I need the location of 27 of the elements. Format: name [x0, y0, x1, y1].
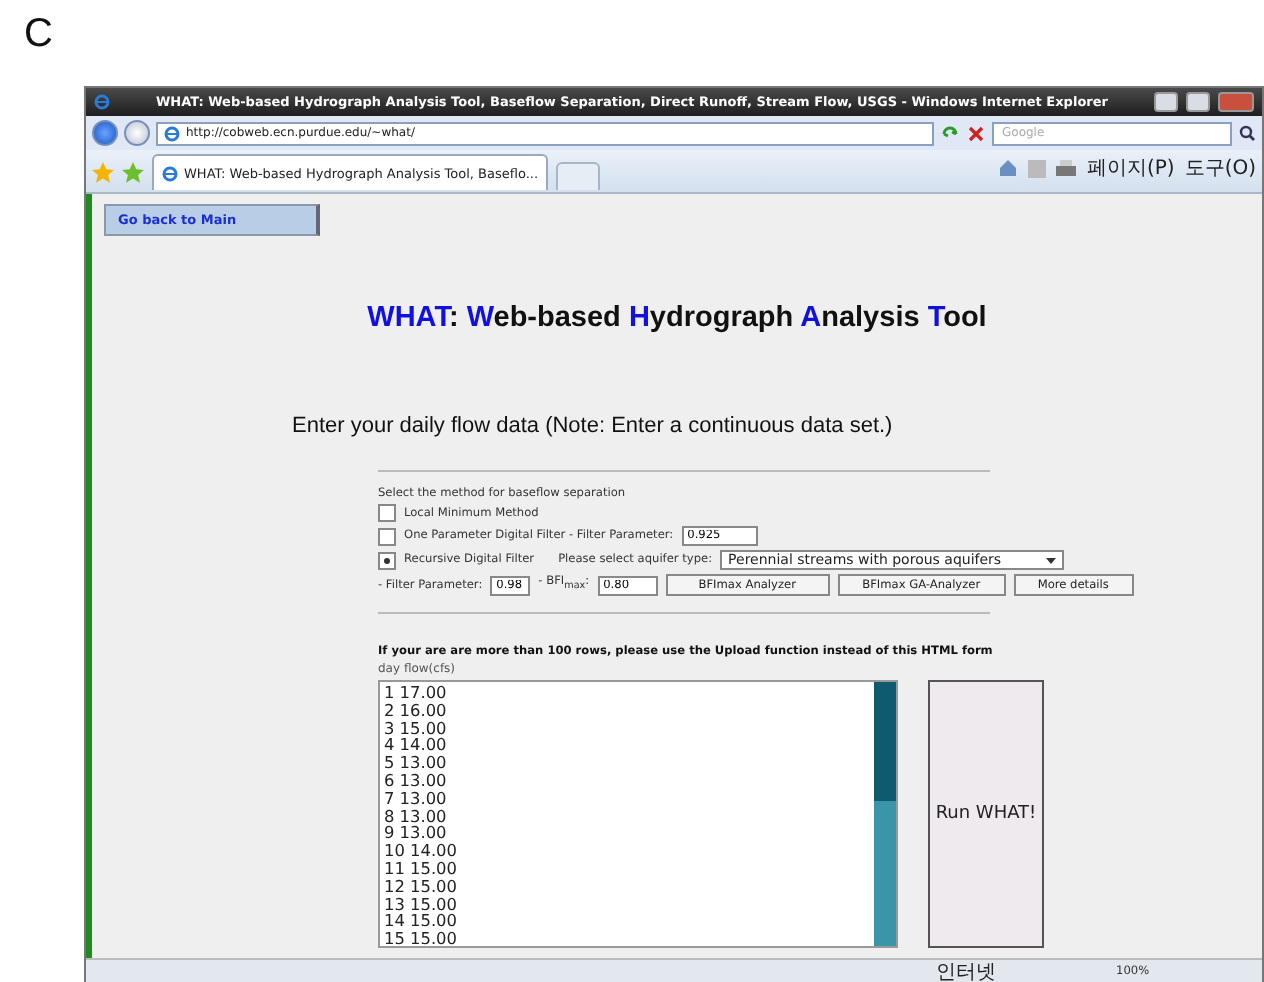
intro-text: Enter your daily flow data (Note: Enter a continuous data set.) — [292, 414, 895, 438]
run-button[interactable]: Run WHAT! — [928, 680, 1044, 948]
maximize-button[interactable] — [1186, 92, 1210, 112]
radio-button[interactable] — [378, 504, 396, 522]
scrollbar[interactable] — [874, 682, 896, 946]
stop-icon[interactable] — [966, 123, 986, 143]
print-icon[interactable] — [1056, 159, 1077, 177]
home-icon[interactable] — [998, 158, 1019, 178]
search-icon[interactable] — [1238, 124, 1256, 142]
page-icon — [164, 125, 180, 141]
figure-label: C — [22, 10, 55, 60]
page-icon — [162, 165, 178, 181]
caret-icon — [1046, 557, 1057, 563]
browser-logo-icon — [94, 94, 110, 110]
minimize-button[interactable] — [1154, 92, 1178, 112]
add-favorite-icon[interactable] — [122, 162, 144, 184]
flow-data-field[interactable]: 1 17.00 2 16.00 3 15.00 4 14.00 5 13.00 6 13.00 7 13.00 8 13.00 9 13.00 10 14.00 11 15.00 12 15.00 13 15.00 14 15.00 15 15.00 — [378, 680, 898, 948]
refresh-icon[interactable] — [940, 123, 960, 143]
back-button[interactable] — [92, 120, 118, 146]
forward-button[interactable] — [124, 120, 150, 146]
radio-button[interactable] — [378, 551, 396, 569]
page-menu[interactable]: 페이지(P) — [1086, 154, 1175, 182]
zone-text: 인터넷 — [936, 959, 996, 982]
page-title: WHAT: Web-based Hydrograph Analysis Tool — [365, 302, 989, 334]
tools-menu[interactable]: 도구(O) — [1184, 154, 1256, 182]
star-icon[interactable] — [92, 162, 114, 184]
radio-button[interactable] — [378, 527, 396, 545]
